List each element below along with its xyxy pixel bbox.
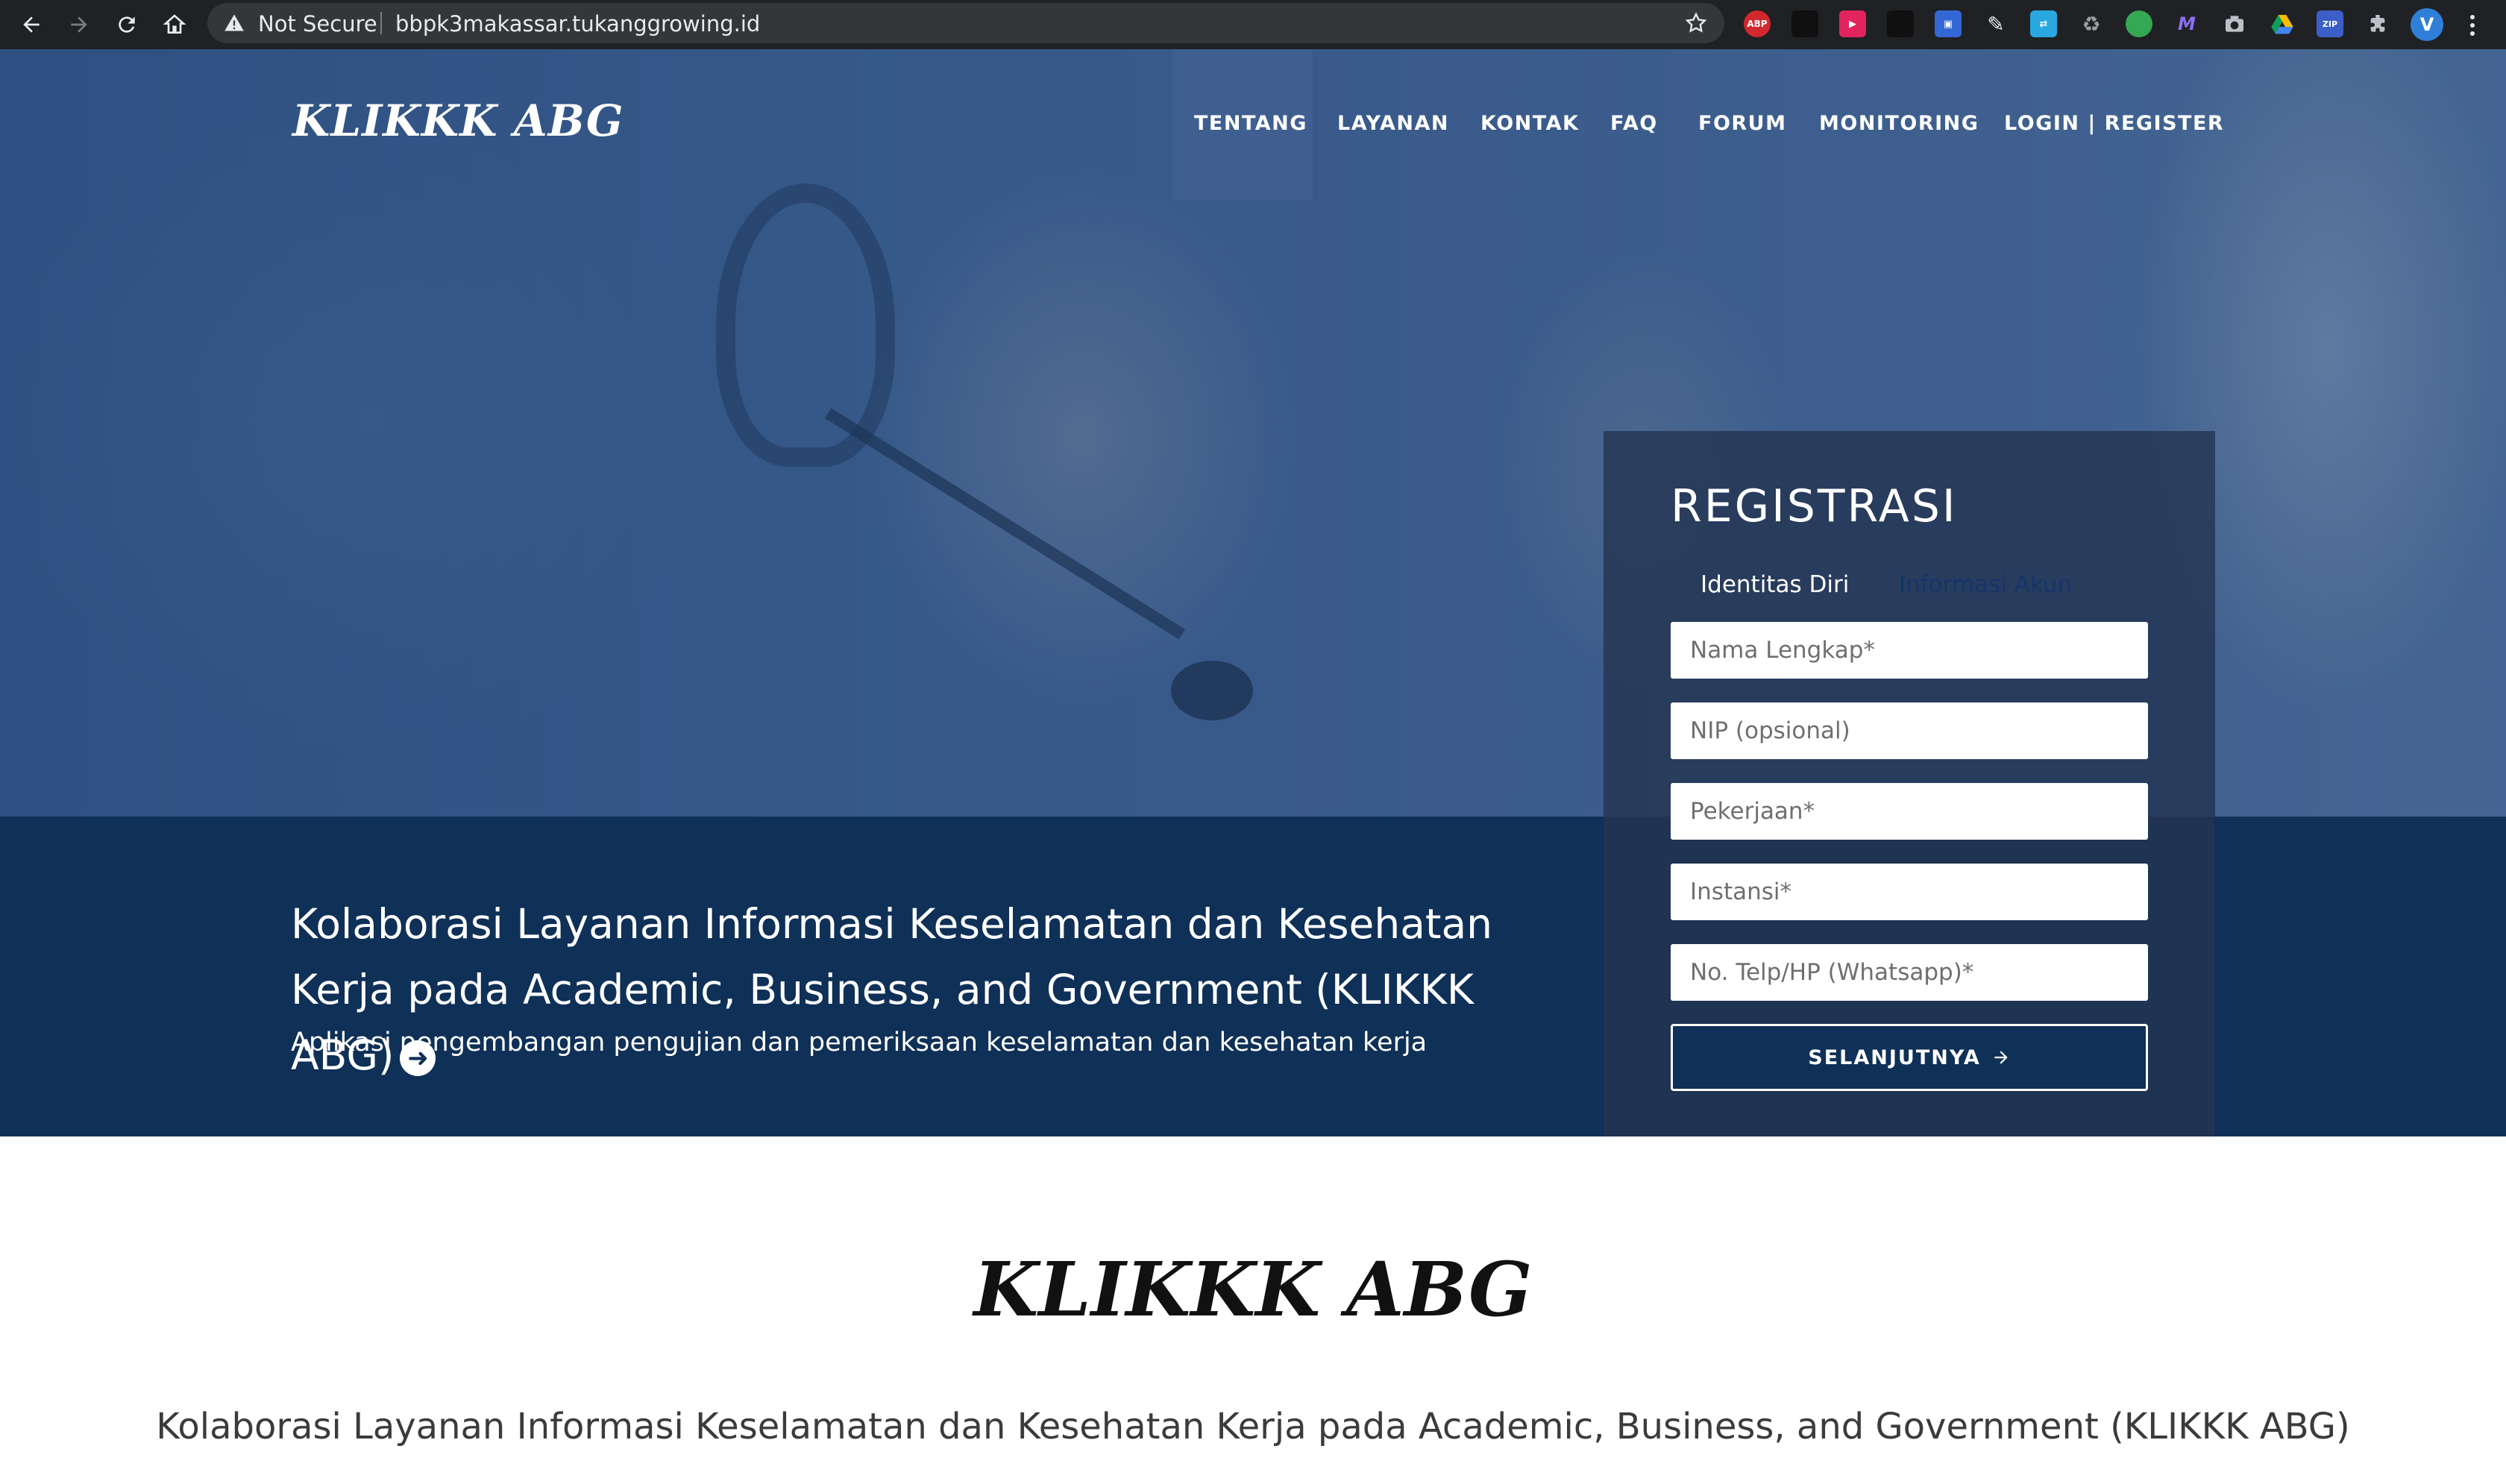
tab-informasi-akun[interactable]: Informasi Akun — [1899, 571, 2072, 598]
browser-menu-icon[interactable] — [2461, 10, 2484, 40]
zip-extension-icon[interactable]: ZIP — [2317, 10, 2343, 37]
bookmark-star-icon[interactable] — [1684, 11, 1708, 35]
blue-extension-icon[interactable]: ▣ — [1935, 10, 1962, 37]
omnibox-separator — [380, 12, 382, 34]
address-bar[interactable]: Not Secure bbpk3makassar.tukanggrowing.i… — [207, 3, 1724, 43]
dark-extension-icon[interactable] — [1791, 10, 1818, 37]
hero-subtitle: Aplikasi pengembangan pengujian dan peme… — [291, 1028, 1428, 1057]
registration-card: REGISTRASI Identitas Diri Informasi Akun… — [1604, 431, 2215, 1136]
adblock-extension-icon[interactable]: ABP — [1744, 10, 1771, 37]
not-secure-label[interactable]: Not Secure — [258, 11, 377, 37]
about-logo: KLIKKK ABG — [973, 1245, 1533, 1333]
nav-layanan[interactable]: LAYANAN — [1337, 112, 1449, 135]
forward-button[interactable] — [63, 8, 95, 41]
about-description: Kolaborasi Layanan Informasi Keselamatan… — [0, 1402, 2506, 1451]
forward-arrow-icon — [71, 16, 87, 33]
nav-login-register[interactable]: LOGIN | REGISTER — [2004, 112, 2224, 135]
nav-tentang[interactable]: TENTANG — [1194, 112, 1307, 135]
phone-input[interactable] — [1671, 944, 2148, 1001]
next-button[interactable]: SELANJUTNYA — [1671, 1024, 2148, 1091]
nav-forum[interactable]: FORUM — [1698, 112, 1786, 135]
site-logo[interactable]: KLIKKK ABG — [292, 95, 624, 146]
warning-icon — [224, 14, 244, 31]
browser-toolbar: Not Secure bbpk3makassar.tukanggrowing.i… — [0, 0, 2506, 49]
nav-faq[interactable]: FAQ — [1610, 112, 1658, 135]
full-name-input[interactable] — [1671, 622, 2148, 679]
next-button-label: SELANJUTNYA — [1808, 1046, 1981, 1069]
url-text[interactable]: bbpk3makassar.tukanggrowing.id — [395, 11, 760, 37]
institution-input[interactable] — [1671, 864, 2148, 920]
home-button[interactable] — [158, 8, 191, 41]
dark-extension-icon-2[interactable] — [1887, 10, 1914, 37]
translate-extension-icon[interactable]: ⇄ — [2030, 10, 2057, 37]
nip-input[interactable] — [1671, 702, 2148, 759]
arrow-right-icon — [1994, 1051, 2008, 1064]
extensions-puzzle-icon[interactable] — [2364, 10, 2391, 37]
nav-kontak[interactable]: KONTAK — [1480, 112, 1579, 135]
job-input[interactable] — [1671, 783, 2148, 840]
about-description-text: Kolaborasi Layanan Informasi Keselamatan… — [156, 1406, 2350, 1447]
back-button[interactable] — [15, 8, 48, 41]
registration-title: REGISTRASI — [1671, 480, 1958, 532]
green-extension-icon[interactable] — [2126, 10, 2152, 37]
tab-identitas-diri[interactable]: Identitas Diri — [1700, 571, 1849, 598]
recycle-extension-icon[interactable]: ♻ — [2078, 10, 2105, 37]
nav-monitoring[interactable]: MONITORING — [1819, 112, 1979, 135]
hero-title[interactable]: Kolaborasi Layanan Informasi Keselamatan… — [291, 891, 1559, 1088]
pen-extension-icon[interactable]: ✎ — [1982, 10, 2009, 37]
red-extension-icon[interactable]: ▶ — [1839, 10, 1866, 37]
home-icon — [163, 14, 186, 34]
m-extension-icon[interactable]: M — [2173, 10, 2200, 37]
reload-button[interactable] — [110, 8, 143, 41]
profile-avatar[interactable]: V — [2411, 8, 2443, 41]
drive-extension-icon[interactable] — [2269, 10, 2296, 37]
camera-extension-icon[interactable] — [2221, 10, 2248, 37]
back-arrow-icon — [23, 16, 40, 33]
reload-icon — [119, 16, 135, 33]
